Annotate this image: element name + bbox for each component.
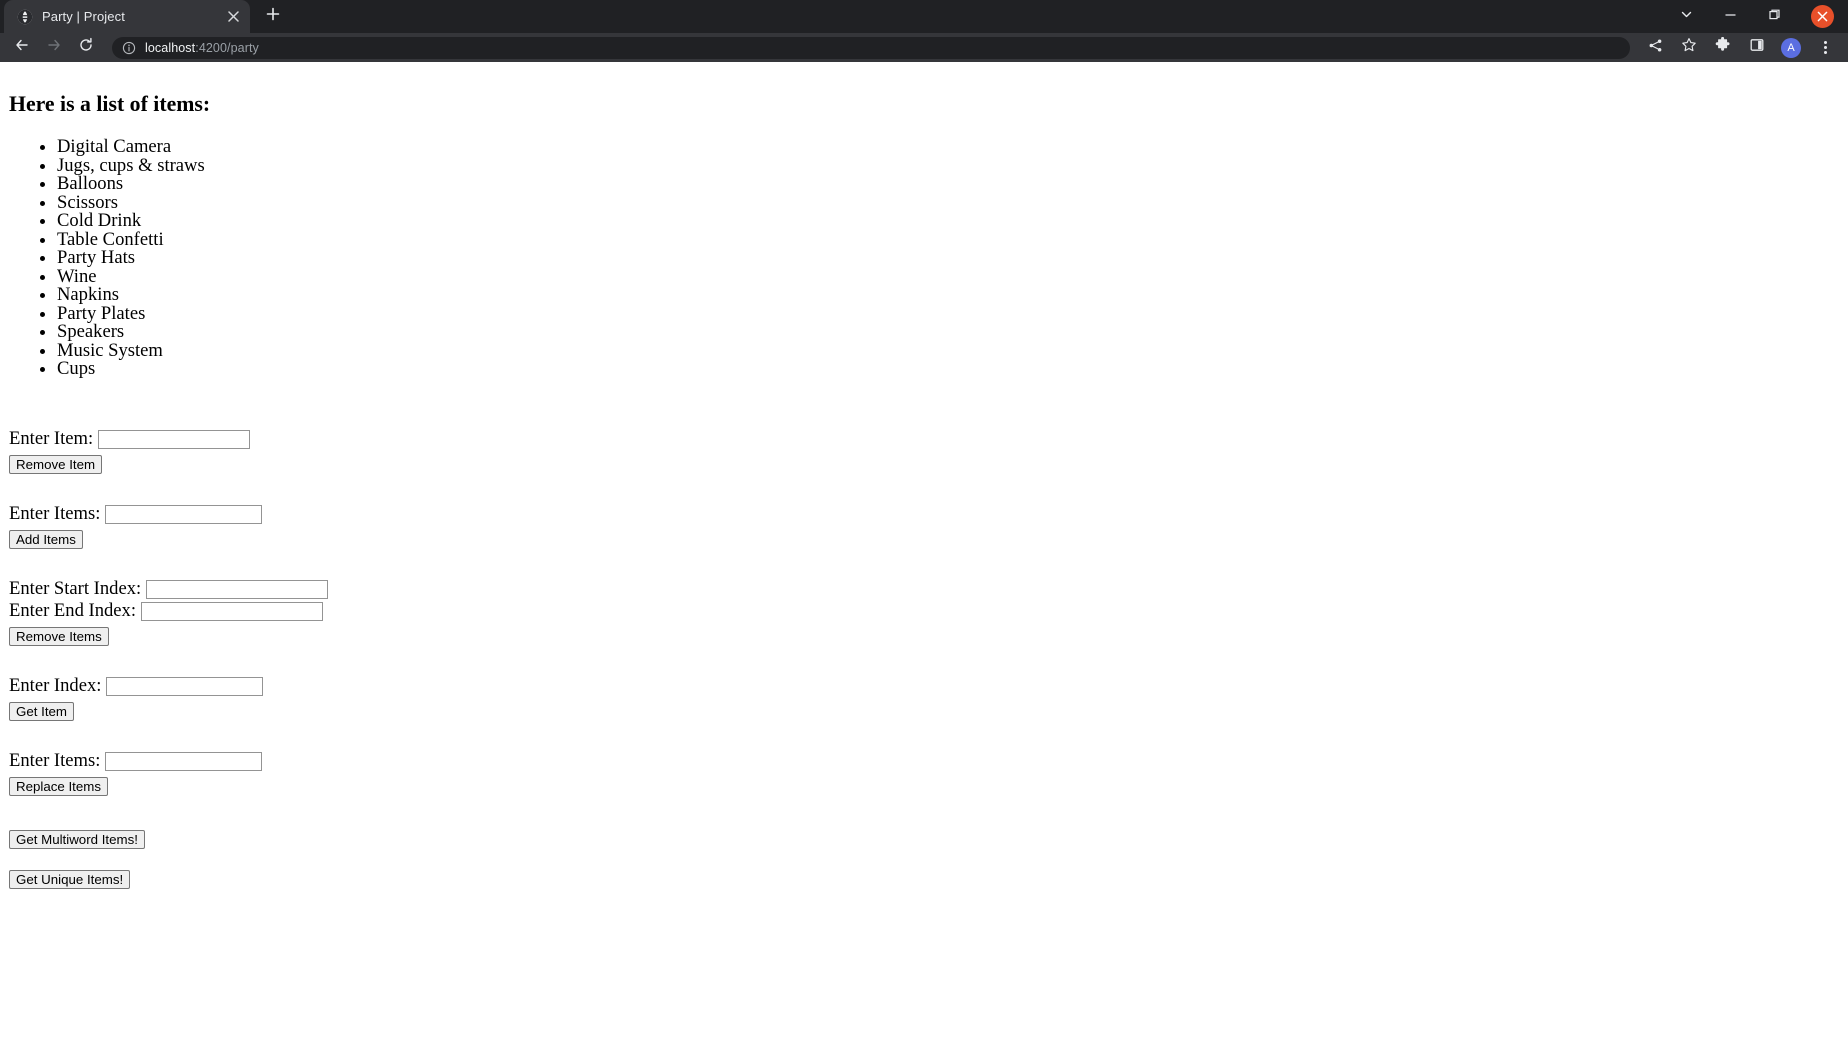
- get-item-button[interactable]: Get Item: [9, 701, 74, 721]
- get-item-field-row: Enter Index:: [9, 675, 1839, 697]
- remove-item-field-row: Enter Item:: [9, 428, 1839, 450]
- forward-arrow-icon: [46, 37, 62, 58]
- side-panel-button[interactable]: [1743, 34, 1771, 62]
- remove-items-button-row: Remove Items: [9, 625, 1839, 647]
- new-tab-button[interactable]: [258, 1, 288, 31]
- add-items-input[interactable]: [105, 504, 263, 524]
- get-item-button-row: Get Item: [9, 700, 1839, 722]
- replace-items-button-row: Replace Items: [9, 775, 1839, 797]
- enter-start-index-label: Enter Start Index:: [9, 577, 142, 599]
- reload-icon: [78, 37, 94, 58]
- enter-items-label: Enter Items:: [9, 502, 101, 524]
- replace-items-field-row: Enter Items:: [9, 750, 1839, 772]
- list-item: Digital Camera: [57, 137, 1839, 157]
- globe-icon: [16, 8, 33, 25]
- minimize-button[interactable]: [1708, 0, 1752, 33]
- close-icon[interactable]: [224, 8, 242, 26]
- replace-items-label: Enter Items:: [9, 749, 101, 771]
- window-close-button[interactable]: [1796, 0, 1848, 33]
- remove-item-button-row: Remove Item: [9, 453, 1839, 475]
- enter-item-input[interactable]: [97, 429, 250, 449]
- back-arrow-icon: [14, 37, 30, 58]
- avatar: A: [1781, 37, 1801, 58]
- start-index-field-row: Enter Start Index:: [9, 578, 1839, 600]
- remove-item-button[interactable]: Remove Item: [9, 454, 103, 474]
- list-item: Party Plates: [57, 304, 1839, 324]
- page-viewport: Here is a list of items: Digital Camera …: [0, 62, 1848, 1052]
- share-icon: [1648, 38, 1663, 58]
- list-item: Cold Drink: [57, 211, 1839, 231]
- end-index-field-row: Enter End Index:: [9, 600, 1839, 622]
- info-circle-icon[interactable]: [122, 41, 136, 55]
- replace-items-button[interactable]: Replace Items: [9, 776, 108, 796]
- window-controls: [1664, 0, 1848, 33]
- index-input[interactable]: [106, 676, 264, 696]
- tab-search-button[interactable]: [1664, 0, 1708, 33]
- address-bar[interactable]: localhost:4200/party: [112, 36, 1630, 59]
- address-bar-url: localhost:4200/party: [145, 41, 259, 55]
- unique-button-row: Get Unique Items!: [9, 868, 1839, 890]
- list-item: Speakers: [57, 322, 1839, 342]
- enter-item-label: Enter Item:: [9, 427, 94, 449]
- side-panel-icon: [1749, 37, 1765, 58]
- share-button[interactable]: [1641, 34, 1669, 62]
- list-item: Party Hats: [57, 248, 1839, 268]
- list-item: Napkins: [57, 285, 1839, 305]
- browser-toolbar: localhost:4200/party A: [0, 33, 1848, 62]
- add-items-button[interactable]: Add Items: [9, 529, 83, 549]
- end-index-input[interactable]: [140, 601, 323, 621]
- enter-index-label: Enter Index:: [9, 674, 102, 696]
- list-item: Cups: [57, 359, 1839, 379]
- star-icon: [1681, 37, 1697, 58]
- three-dots-icon: [1823, 41, 1827, 54]
- tab-title: Party | Project: [42, 8, 125, 24]
- list-item: Scissors: [57, 193, 1839, 213]
- tab-party-project[interactable]: Party | Project: [4, 0, 250, 33]
- profile-button[interactable]: A: [1777, 34, 1805, 62]
- close-icon: [1810, 5, 1834, 28]
- add-items-button-row: Add Items: [9, 528, 1839, 550]
- plus-icon: [266, 7, 280, 26]
- list-item: Music System: [57, 341, 1839, 361]
- extensions-button[interactable]: [1709, 34, 1737, 62]
- start-index-input[interactable]: [145, 579, 328, 599]
- multiword-button-row: Get Multiword Items!: [9, 828, 1839, 850]
- back-button[interactable]: [8, 34, 36, 62]
- page-title: Here is a list of items:: [9, 92, 211, 116]
- list-item: Jugs, cups & straws: [57, 156, 1839, 176]
- get-multiword-items-button[interactable]: Get Multiword Items!: [9, 829, 145, 849]
- list-item: Table Confetti: [57, 230, 1839, 250]
- add-items-field-row: Enter Items:: [9, 503, 1839, 525]
- maximize-button[interactable]: [1752, 0, 1796, 33]
- list-item: Wine: [57, 267, 1839, 287]
- chevron-down-icon: [1680, 8, 1693, 26]
- items-list: Digital Camera Jugs, cups & straws Ballo…: [9, 137, 1839, 379]
- maximize-icon: [1768, 8, 1781, 26]
- browser-window: Party | Project localhost:4200/party A H…: [0, 0, 1848, 1052]
- party-items-page: Here is a list of items: Digital Camera …: [0, 62, 1848, 899]
- bookmark-button[interactable]: [1675, 34, 1703, 62]
- toolbar-actions: A: [1638, 34, 1842, 62]
- url-path: :4200/party: [195, 40, 259, 55]
- tab-strip: Party | Project: [0, 0, 1848, 33]
- chrome-menu-button[interactable]: [1811, 34, 1839, 62]
- list-item: Balloons: [57, 174, 1839, 194]
- minimize-icon: [1724, 8, 1737, 26]
- forward-button[interactable]: [40, 34, 68, 62]
- remove-items-button[interactable]: Remove Items: [9, 626, 109, 646]
- puzzle-icon: [1715, 36, 1731, 58]
- get-unique-items-button[interactable]: Get Unique Items!: [9, 869, 131, 889]
- enter-end-index-label: Enter End Index:: [9, 599, 137, 621]
- reload-button[interactable]: [72, 34, 100, 62]
- url-host: localhost: [145, 40, 196, 55]
- replace-items-input[interactable]: [105, 751, 263, 771]
